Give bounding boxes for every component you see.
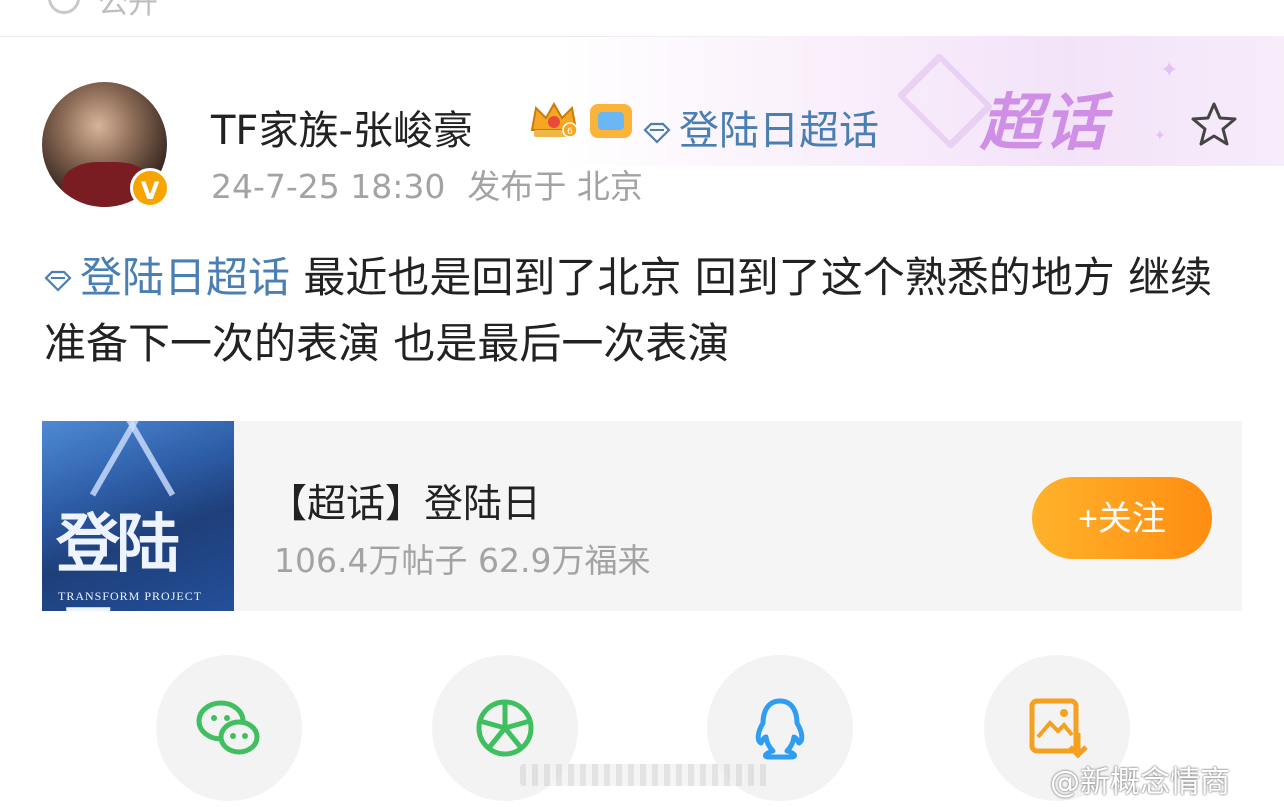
qq-icon xyxy=(755,698,805,760)
public-icon xyxy=(48,0,80,14)
post-content: 登陆日超话 最近也是回到了北京 回到了这个熟悉的地方 继续准备下一次的表演 也是… xyxy=(44,245,1249,377)
post-meta: 24-7-25 18:30 发布于 北京 xyxy=(211,160,643,208)
content-topic-label: 登陆日超话 xyxy=(80,253,291,302)
save-image-icon xyxy=(1029,698,1088,759)
tv-badge-icon[interactable] xyxy=(590,104,632,138)
moments-icon xyxy=(476,699,534,757)
content-topic-link[interactable]: 登陆日超话 xyxy=(44,253,290,302)
sparkle-icon: ✦ xyxy=(1154,128,1166,144)
post-location: 发布于 北京 xyxy=(467,167,643,206)
verified-badge-icon: V xyxy=(130,168,170,208)
supertopic-diamond-icon xyxy=(44,270,72,292)
supertopic-thumbnail: 登陆日 TRANSFORM PROJECT xyxy=(42,421,234,611)
header-topic-label: 登陆日超话 xyxy=(679,108,879,154)
supertopic-stats: 106.4万帖子 62.9万福来 xyxy=(274,541,651,580)
visibility-label: 公开 xyxy=(98,0,158,21)
sparkle-icon: ✦ xyxy=(1160,58,1179,83)
thumbnail-decoration xyxy=(124,421,176,497)
blurred-caption xyxy=(520,764,770,786)
thumbnail-subtitle: TRANSFORM PROJECT xyxy=(58,589,203,603)
supertopic-diamond-icon xyxy=(643,122,671,144)
post-timestamp: 24-7-25 18:30 xyxy=(211,167,446,206)
author-name[interactable]: TF家族-张峻豪 xyxy=(211,98,473,156)
follow-button[interactable]: +关注 xyxy=(1032,477,1212,559)
top-bar: 公开 xyxy=(0,0,1284,37)
supertopic-banner-label: 超话 xyxy=(980,86,1109,159)
crown-badge-icon[interactable]: 6 xyxy=(528,100,580,140)
share-wechat-button[interactable] xyxy=(156,655,302,801)
header-topic-link[interactable]: 登陆日超话 xyxy=(643,98,879,156)
watermark: @新概念情商 xyxy=(1050,765,1230,800)
wechat-icon xyxy=(196,700,260,755)
supertopic-title: 【超话】登陆日 xyxy=(268,482,542,527)
favorite-star-icon[interactable] xyxy=(1189,100,1239,150)
supertopic-card[interactable]: 登陆日 TRANSFORM PROJECT 【超话】登陆日 106.4万帖子 6… xyxy=(42,421,1242,611)
svg-text:6: 6 xyxy=(567,127,573,137)
